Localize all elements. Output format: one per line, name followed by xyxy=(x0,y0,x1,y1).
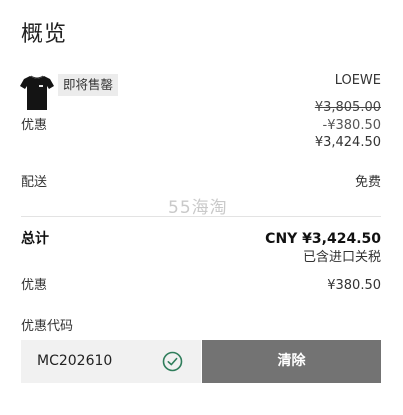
shipping-label: 配送 xyxy=(21,175,48,190)
item-discount-label: 优惠 xyxy=(21,118,48,133)
product-brand: LOEWE xyxy=(334,73,381,88)
summary-discount-amount: ¥380.50 xyxy=(327,278,381,293)
summary-discount-label: 优惠 xyxy=(21,278,48,293)
check-circle-icon xyxy=(162,351,183,372)
item-final-price: ¥3,424.50 xyxy=(314,135,381,150)
clear-promo-button[interactable]: 清除 xyxy=(202,340,381,383)
tshirt-icon xyxy=(20,75,54,110)
shipping-value: 免费 xyxy=(354,175,381,190)
product-thumbnail[interactable] xyxy=(19,72,55,112)
low-stock-badge: 即将售罄 xyxy=(58,74,119,96)
total-label: 总计 xyxy=(21,231,49,247)
watermark: 55海淘 xyxy=(168,198,228,218)
original-price: ¥3,805.00 xyxy=(314,100,381,115)
item-discount-amount: -¥380.50 xyxy=(322,118,381,133)
promo-code-label: 优惠代码 xyxy=(21,319,74,334)
duty-included-note: 已含进口关税 xyxy=(302,250,381,265)
total-amount: CNY ¥3,424.50 xyxy=(265,231,381,247)
page-title: 概览 xyxy=(21,22,68,47)
section-divider xyxy=(21,216,381,217)
